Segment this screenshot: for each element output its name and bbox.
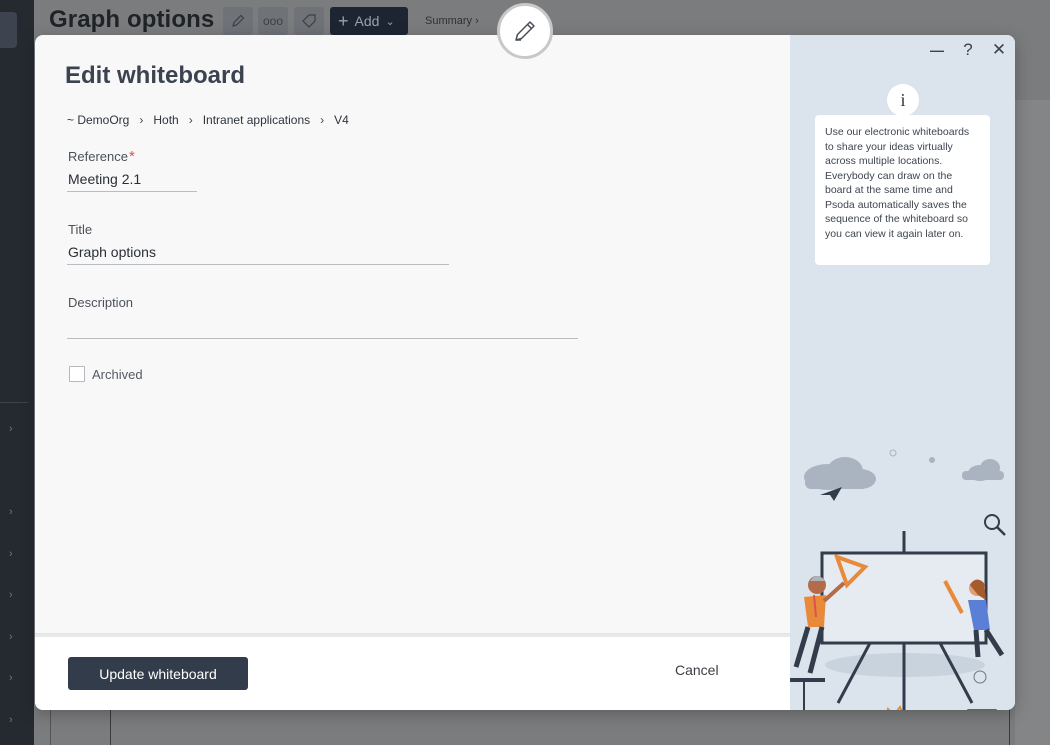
- breadcrumb-item[interactable]: Intranet applications: [203, 113, 310, 127]
- info-icon: i: [887, 84, 919, 116]
- chevron-right-icon[interactable]: ›: [9, 714, 19, 726]
- reference-label-text: Reference: [68, 149, 128, 164]
- whiteboard-illustration: [790, 449, 1006, 710]
- pencil-icon: [232, 14, 245, 27]
- add-label: Add: [354, 13, 380, 29]
- cancel-button[interactable]: Cancel: [675, 662, 719, 678]
- chevron-down-icon: ⌄: [385, 15, 395, 28]
- breadcrumb-item[interactable]: ~ DemoOrg: [67, 113, 129, 127]
- modal-badge: [497, 3, 553, 59]
- edit-button[interactable]: [223, 7, 253, 35]
- close-button[interactable]: ✕: [988, 39, 1010, 61]
- tag-button[interactable]: [294, 7, 324, 35]
- summary-link[interactable]: Summary ›: [425, 15, 479, 27]
- chevron-right-icon[interactable]: ›: [9, 631, 19, 643]
- breadcrumb: ~ DemoOrg › Hoth › Intranet applications…: [67, 113, 349, 127]
- pencil-icon: [515, 21, 535, 41]
- tag-icon: [302, 14, 316, 28]
- dialog-title: Edit whiteboard: [65, 62, 245, 89]
- chevron-right-icon[interactable]: ›: [9, 589, 19, 601]
- required-marker: *: [128, 148, 135, 165]
- title-label: Title: [68, 222, 93, 237]
- add-button[interactable]: + Add ⌄: [330, 7, 408, 35]
- chevron-right-icon[interactable]: ›: [9, 548, 19, 560]
- breadcrumb-item[interactable]: V4: [334, 113, 349, 127]
- info-side-panel: — ? ✕ i Use our electronic whiteboards t…: [790, 35, 1015, 710]
- reference-label: Reference*: [68, 148, 135, 165]
- update-whiteboard-button[interactable]: Update whiteboard: [68, 657, 248, 690]
- more-button[interactable]: ooo: [258, 7, 288, 35]
- help-button[interactable]: ?: [957, 39, 979, 61]
- dialog-form-panel: Edit whiteboard ~ DemoOrg › Hoth › Intra…: [35, 35, 790, 710]
- sidebar-active-item[interactable]: [0, 12, 17, 48]
- magnifier-icon: [984, 514, 1000, 530]
- reference-input[interactable]: [67, 166, 197, 192]
- sidebar-divider: [0, 402, 28, 403]
- breadcrumb-separator: ›: [320, 113, 325, 127]
- dialog-footer: Update whiteboard Cancel: [35, 637, 790, 710]
- description-input[interactable]: [67, 313, 578, 339]
- chevron-right-icon[interactable]: ›: [9, 672, 19, 684]
- cloud-icon: [804, 457, 876, 490]
- archived-checkbox[interactable]: [69, 366, 85, 382]
- edit-whiteboard-dialog: Edit whiteboard ~ DemoOrg › Hoth › Intra…: [35, 35, 1015, 710]
- archived-label: Archived: [92, 366, 143, 382]
- page-title: Graph options: [49, 6, 215, 33]
- breadcrumb-item[interactable]: Hoth: [153, 113, 178, 127]
- cloud-icon: [962, 459, 1004, 481]
- info-text: Use our electronic whiteboards to share …: [815, 115, 990, 265]
- title-input[interactable]: [67, 239, 449, 265]
- breadcrumb-separator: ›: [139, 113, 144, 127]
- description-label: Description: [68, 295, 134, 310]
- plus-icon: +: [338, 11, 349, 31]
- breadcrumb-separator: ›: [188, 113, 193, 127]
- background-table-inner: [110, 708, 1010, 745]
- app-sidebar: › › › › › › ›: [0, 0, 34, 745]
- chevron-right-icon[interactable]: ›: [9, 423, 19, 435]
- chevron-right-icon[interactable]: ›: [9, 506, 19, 518]
- archived-checkbox-row[interactable]: Archived: [69, 366, 143, 382]
- background-right-panel: [1015, 100, 1050, 745]
- minimize-button[interactable]: —: [926, 39, 948, 61]
